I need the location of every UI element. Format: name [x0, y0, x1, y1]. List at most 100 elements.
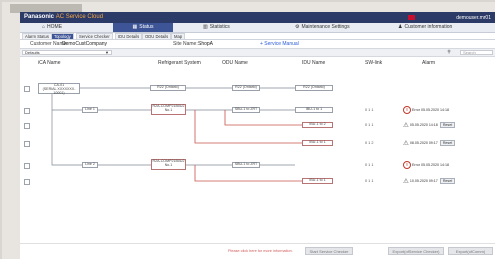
warning-icon: ⚠ [403, 140, 409, 147]
warning-icon: ⚠ [403, 178, 409, 185]
filter-bar: Defaults ▼ ⚲ Search [20, 48, 495, 57]
brand-logo: Panasonic AC Service Cloud [24, 14, 103, 20]
error-icon: ! [403, 161, 411, 169]
nav-label: Status [139, 24, 154, 30]
idu-box-3[interactable]: IBU-1 to 1 [302, 140, 333, 146]
export-service-checker-button[interactable]: Export(ofService Checker) [388, 247, 444, 255]
line-box-1[interactable]: Line 1 [82, 107, 98, 113]
search-icon[interactable]: ⚲ [445, 49, 453, 55]
app-window: Panasonic AC Service Cloud demouser.mr01… [20, 12, 495, 259]
col-idu-name: IDU Name [302, 60, 326, 66]
nav-label: Customer information [404, 24, 453, 30]
nav-home[interactable]: ⌂ HOME [42, 23, 82, 32]
chevron-down-icon: ▼ [105, 50, 109, 55]
line-box-2[interactable]: Line 2 [82, 162, 98, 168]
gear-icon: ⚙ [295, 24, 300, 30]
info-bar: Customer Name: DemoCustCompany Site Name… [20, 40, 495, 48]
idu-box-2[interactable]: IBU-1 to 2 [302, 122, 333, 128]
tab-topology[interactable]: Topology [51, 33, 74, 39]
col-refrigerant: Refrigerant System [158, 60, 201, 66]
error-icon: ! [403, 106, 411, 114]
tab-service-checker[interactable]: Service Checker [76, 33, 113, 39]
nav-statistics[interactable]: ▥ Statistics [203, 23, 263, 32]
filter-select[interactable]: Defaults ▼ [22, 50, 112, 55]
reset-button[interactable]: Reset [439, 140, 456, 146]
sw-link-value: 0 1 1 [365, 163, 374, 167]
ca-serial: (SERIAL XXXXXXX-10001) [42, 86, 76, 95]
column-headers: iCA Name Refrigerant System ODU Name IDU… [20, 57, 495, 67]
reset-button[interactable]: Reset [439, 178, 456, 184]
search-input[interactable]: Search [460, 50, 493, 55]
col-sw-link: SW-link [365, 60, 383, 66]
col-ca-name: iCA Name [38, 60, 61, 66]
odu-box-2[interactable]: SBU-1 to ZRT [232, 162, 260, 168]
home-icon: ⌂ [42, 24, 46, 30]
ca-box[interactable]: CA-01 (SERIAL XXXXXXX-10001) [38, 83, 80, 94]
col-alarm: Alarm [422, 60, 436, 66]
start-service-checker-button[interactable]: Start Service Checker [305, 247, 353, 255]
row-checkbox[interactable] [24, 163, 30, 169]
service-manual-link[interactable]: + Service Manual [260, 41, 299, 47]
export-comm-button[interactable]: Export(ofComm) [448, 247, 493, 255]
topology-diagram: CA-01 (SERIAL XXXXXXX-10001) R22 (Ontari… [20, 75, 495, 225]
idu-header-box[interactable]: R22 (Ontario) [295, 85, 333, 91]
person-icon: ♟ [398, 24, 403, 30]
user-menu[interactable]: demouser.mr01 [456, 15, 491, 21]
site-label: Site Name: [173, 41, 198, 47]
alarm-entry: ⚠08.05.2020 09:17 Reset [403, 139, 456, 147]
brand-name: Panasonic [24, 14, 55, 20]
nav-maintenance[interactable]: ⚙ Maintenance Settings [295, 23, 385, 32]
row-checkbox[interactable] [24, 108, 30, 114]
alarm-entry: ⚠05.05.2020 14:18 Reset [403, 121, 456, 129]
status-icon: ▦ [132, 24, 138, 30]
row-checkbox[interactable] [24, 141, 30, 147]
sw-link-value: 0 1 1 [365, 108, 374, 112]
sw-link-value: 0 1 2 [365, 141, 374, 145]
alarm-entry: ! Error 05.05.2020 14:18 [403, 106, 449, 114]
row-checkbox[interactable] [24, 86, 30, 92]
customer-value: DemoCustCompany [62, 41, 108, 47]
refrigerant-system-box-2[interactable]: R2A-COMP21B0U2 No.1 [151, 159, 186, 170]
nav-status[interactable]: ▦ Status [113, 23, 173, 32]
alarm-text: 10.05.2020 09:17 [409, 178, 438, 183]
topology-lines [51, 87, 302, 182]
odu-box-1[interactable]: SBU-1 to ZRT [232, 107, 260, 113]
footer-bar: Please click here for more information. … [20, 243, 495, 259]
main-nav: ⌂ HOME ▦ Status ▥ Statistics ⚙ Maintenance S… [20, 23, 495, 33]
odu-header-box[interactable]: R22 (Ontario) [232, 85, 260, 91]
title-bar: Panasonic AC Service Cloud demouser.mr01 [20, 12, 495, 23]
tab-alarm-status[interactable]: Alarm Status [22, 33, 52, 39]
refrigerant-header-box[interactable]: R22 (Ontario) [150, 85, 186, 91]
filter-value: Defaults [25, 50, 40, 55]
tab-map[interactable]: Map [171, 33, 186, 39]
refrigerant-system-box-1[interactable]: R2A-COMP21B0U2 No.1 [151, 104, 186, 115]
sw-link-value: 0 1 1 [365, 123, 374, 127]
warning-icon: ⚠ [403, 122, 409, 129]
nav-label: Statistics [209, 24, 230, 30]
alarm-entry: ⚠10.05.2020 09:17 Reset [403, 177, 456, 185]
alarm-text: Error 05.05.2020 14:18 [412, 162, 449, 167]
col-odu-name: ODU Name [222, 60, 248, 66]
alarm-entry: ! Error 05.05.2020 14:18 [403, 161, 449, 169]
flag-icon[interactable] [408, 15, 415, 20]
idu-box-1[interactable]: IBU-1 to 1 [295, 107, 333, 113]
idu-box-4[interactable]: IBU-1 to 1 [302, 178, 333, 184]
alarm-text: 08.05.2020 09:17 [409, 140, 438, 145]
refrigerant-no: No.1 [164, 107, 173, 112]
tab-idu-details[interactable]: IDU Details [115, 33, 143, 39]
alarm-text: Error 05.05.2020 14:18 [412, 107, 449, 112]
row-checkbox[interactable] [24, 179, 30, 185]
alarm-text: 05.05.2020 14:18 [409, 122, 438, 127]
nav-label: HOME [47, 24, 63, 30]
refrigerant-no: No.1 [164, 162, 173, 167]
nav-customer[interactable]: ♟ Customer information [398, 23, 490, 32]
nav-label: Maintenance Settings [301, 24, 350, 30]
row-checkbox[interactable] [24, 123, 30, 129]
tab-odu-details[interactable]: ODU Details [142, 33, 172, 39]
statistics-icon: ▥ [203, 24, 208, 30]
reset-button[interactable]: Reset [439, 122, 456, 128]
sw-link-value: 0 1 1 [365, 179, 374, 183]
info-notice-link[interactable]: Please click here for more information. [228, 249, 293, 253]
sub-tabs: Alarm Status Topology Service Checker ID… [20, 33, 495, 40]
site-value: ShopA [198, 41, 214, 47]
